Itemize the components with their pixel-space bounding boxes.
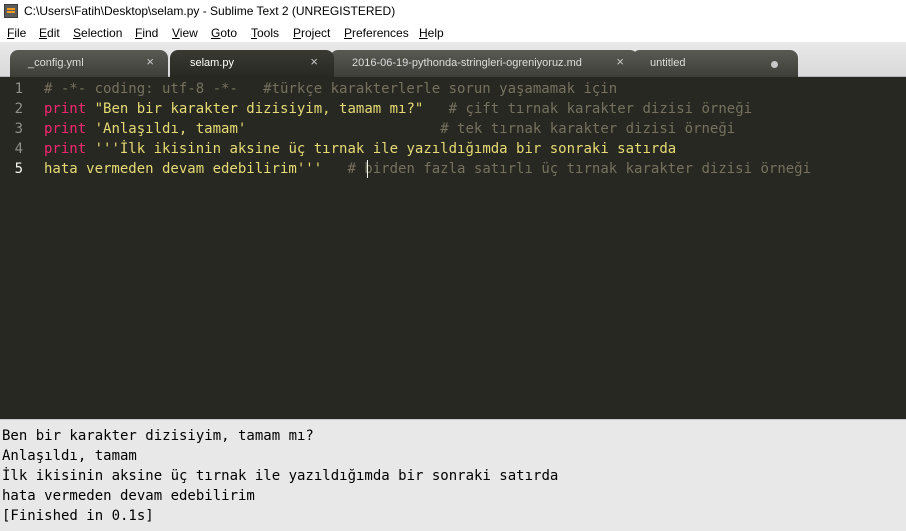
close-icon[interactable]: ×	[310, 55, 318, 69]
keyword-token: print	[44, 121, 87, 137]
line-number: 3	[14, 121, 23, 137]
line-number: 4	[14, 141, 23, 157]
code-line[interactable]: print '''İlk ikisinin aksine üç tırnak i…	[44, 139, 676, 159]
code-line[interactable]: hata vermeden devam edebilirim''' # bird…	[44, 159, 811, 179]
sublime-text-icon	[4, 4, 18, 18]
output-line: Anlaşıldı, tamam	[2, 448, 137, 464]
keyword-token: print	[44, 141, 87, 157]
unsaved-dot-icon	[771, 61, 778, 68]
comment-token: # -*- coding: utf-8 -*- #türkçe karakter…	[44, 81, 618, 97]
line-number: 1	[14, 81, 23, 97]
string-token: hata vermeden devam edebilirim'''	[44, 161, 323, 177]
code-line[interactable]: # -*- coding: utf-8 -*- #türkçe karakter…	[44, 79, 617, 99]
title-bar: C:\Users\Fatih\Desktop\selam.py - Sublim…	[0, 0, 906, 24]
close-icon[interactable]: ×	[146, 55, 154, 69]
tab-label: _config.yml	[28, 57, 84, 69]
code-line[interactable]: print "Ben bir karakter dizisiyim, tamam…	[44, 99, 752, 119]
close-icon[interactable]: ×	[616, 55, 624, 69]
menu-selection[interactable]: Selection	[73, 26, 122, 40]
output-line: [Finished in 0.1s]	[2, 508, 154, 524]
string-token: '''İlk ikisinin aksine üç tırnak ile yaz…	[94, 141, 677, 157]
window-title: C:\Users\Fatih\Desktop\selam.py - Sublim…	[24, 4, 396, 18]
menu-goto[interactable]: Goto	[211, 26, 237, 40]
string-token: 'Anlaşıldı, tamam'	[94, 121, 247, 137]
keyword-token: print	[44, 101, 87, 117]
menu-help[interactable]: Help	[419, 26, 444, 40]
menu-edit[interactable]: Edit	[39, 26, 60, 40]
menu-tools[interactable]: Tools	[251, 26, 279, 40]
comment-token: # çift tırnak karakter dizisi örneği	[448, 101, 753, 117]
output-line: Ben bir karakter dizisiyim, tamam mı?	[2, 428, 314, 444]
code-editor[interactable]: 1 2 3 4 5 # -*- coding: utf-8 -*- #türkç…	[0, 77, 906, 419]
menu-bar: File Edit Selection Find View Goto Tools…	[0, 24, 906, 42]
tab-label: 2016-06-19-pythonda-stringleri-ogreniyor…	[352, 57, 582, 69]
code-line[interactable]: print 'Anlaşıldı, tamam' # tek tırnak ka…	[44, 119, 735, 139]
output-line: hata vermeden devam edebilirim	[2, 488, 255, 504]
text-cursor	[367, 160, 368, 178]
comment-token: # birden fazla satırlı üç tırnak karakte…	[347, 161, 812, 177]
output-line: İlk ikisinin aksine üç tırnak ile yazıld…	[2, 468, 559, 484]
menu-preferences[interactable]: Preferences	[344, 26, 409, 40]
menu-file[interactable]: File	[7, 26, 26, 40]
line-number: 5	[14, 161, 23, 177]
tab-markdown-post[interactable]: 2016-06-19-pythonda-stringleri-ogreniyor…	[330, 50, 638, 77]
menu-find[interactable]: Find	[135, 26, 158, 40]
tab-config-yml[interactable]: _config.yml ×	[10, 50, 168, 77]
tab-untitled[interactable]: untitled	[632, 50, 798, 77]
tab-label: selam.py	[190, 57, 235, 69]
comment-token: # tek tırnak karakter dizisi örneği	[440, 121, 736, 137]
menu-view[interactable]: View	[172, 26, 198, 40]
build-output-panel: Ben bir karakter dizisiyim, tamam mı? An…	[0, 419, 906, 531]
line-number: 2	[14, 101, 23, 117]
string-token: "Ben bir karakter dizisiyim, tamam mı?"	[94, 101, 424, 117]
tab-strip: _config.yml × 2016-06-19-pythonda-string…	[0, 42, 906, 77]
tab-selam-py[interactable]: selam.py ×	[170, 50, 334, 77]
menu-project[interactable]: Project	[293, 26, 330, 40]
tab-label: untitled	[650, 57, 686, 69]
